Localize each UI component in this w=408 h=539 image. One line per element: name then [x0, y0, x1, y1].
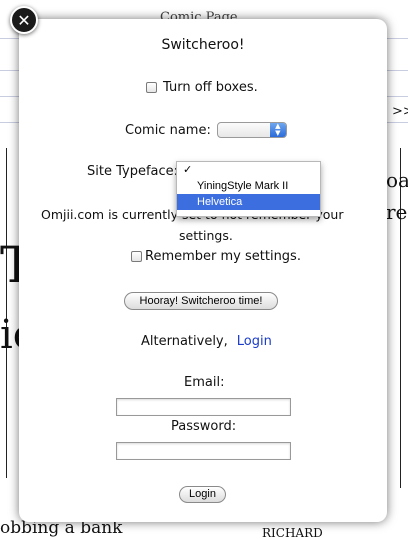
password-field[interactable]	[116, 442, 291, 460]
turn-off-boxes-checkbox[interactable]	[146, 82, 157, 93]
site-typeface-row: Site Typeface:	[87, 164, 178, 179]
comic-name-select[interactable]: ▲ ▼	[216, 122, 287, 138]
alternatively-label: Alternatively,	[141, 334, 228, 349]
panel-border	[400, 148, 401, 488]
turn-off-boxes-row: Turn off boxes.	[146, 80, 258, 95]
alternatively-row: Alternatively, Login	[141, 334, 272, 349]
site-typeface-dropdown[interactable]: ✓ YiningStyle Mark II Helvetica	[176, 161, 321, 217]
site-typeface-label: Site Typeface:	[87, 164, 179, 179]
remember-settings-checkbox[interactable]	[131, 251, 142, 262]
typeface-option-helvetica[interactable]: Helvetica	[177, 194, 320, 210]
email-field[interactable]	[116, 398, 291, 416]
close-icon[interactable]: ✕	[10, 6, 38, 34]
comic-name-label: Comic name:	[125, 122, 211, 138]
info-text-line2: settings.	[179, 228, 233, 243]
switcheroo-dialog: Switcheroo! Turn off boxes. Comic name: …	[19, 19, 387, 522]
login-link[interactable]: Login	[237, 334, 272, 349]
comic-text-fragment: re	[386, 200, 408, 224]
checkmark-icon: ✓	[183, 164, 193, 176]
turn-off-boxes-label: Turn off boxes.	[163, 80, 258, 95]
typeface-option-blank[interactable]: ✓	[177, 162, 320, 178]
email-label: Email:	[184, 375, 225, 390]
remember-settings-row: Remember my settings.	[131, 249, 301, 264]
next-page-link[interactable]: >>	[392, 104, 408, 119]
chevron-updown-icon: ▲ ▼	[269, 123, 286, 137]
comic-name-row: Comic name: ▲ ▼	[125, 122, 287, 138]
login-button[interactable]: Login	[179, 486, 226, 503]
password-label: Password:	[171, 419, 237, 434]
dialog-title: Switcheroo!	[161, 37, 245, 53]
switcheroo-button[interactable]: Hooray! Switcheroo time!	[124, 292, 278, 310]
typeface-option-yiningstyle[interactable]: YiningStyle Mark II	[177, 178, 320, 194]
remember-settings-label: Remember my settings.	[145, 249, 301, 264]
comic-text-fragment: oa	[386, 168, 408, 192]
comic-caption: RICHARD	[262, 526, 323, 539]
